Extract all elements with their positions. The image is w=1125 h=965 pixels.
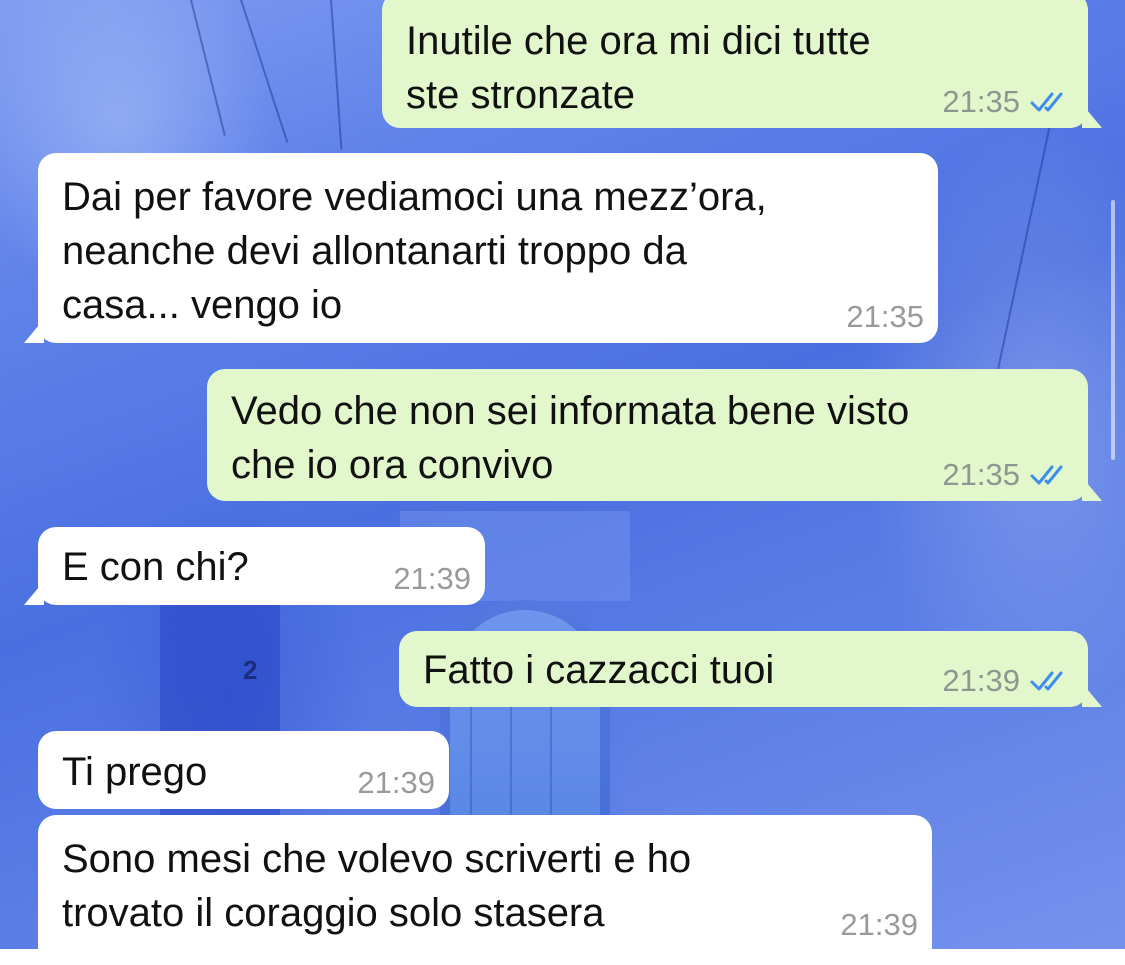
scroll-indicator[interactable]	[1111, 200, 1115, 460]
message-bubble-incoming[interactable]: E con chi? 21:39	[24, 527, 485, 605]
message-time: 21:35	[942, 84, 1020, 119]
message-text: Vedo che non sei informata bene visto ch…	[231, 389, 910, 487]
message-time: 21:39	[393, 561, 471, 596]
message-bubble-outgoing[interactable]: Inutile che ora mi dici tutte ste stronz…	[382, 0, 1102, 128]
message-time: 21:35	[942, 457, 1020, 492]
message-meta: 21:39	[942, 663, 1074, 699]
message-bubble-outgoing[interactable]: Vedo che non sei informata bene visto ch…	[207, 369, 1102, 501]
message-meta: 21:35	[846, 299, 924, 335]
message-meta: 21:35	[942, 84, 1074, 120]
message-meta: 21:35	[942, 457, 1074, 493]
double-check-icon	[1030, 671, 1063, 691]
message-text: Inutile che ora mi dici tutte ste stronz…	[406, 19, 871, 117]
wallpaper-crack	[330, 0, 343, 150]
message-time: 21:39	[357, 765, 435, 800]
wallpaper-house-number: 2	[243, 655, 258, 685]
double-check-icon	[1030, 92, 1063, 112]
message-time: 21:39	[942, 663, 1020, 698]
message-bubble-outgoing[interactable]: Fatto i cazzacci tuoi 21:39	[399, 631, 1102, 707]
message-bubble-incoming[interactable]: Sono mesi che volevo scriverti e ho trov…	[38, 815, 932, 965]
message-meta: 21:39	[840, 907, 918, 943]
message-bubble-incoming[interactable]: Dai per favore vediamoci una mezz’ora, n…	[24, 153, 938, 343]
message-text: E con chi?	[62, 545, 249, 589]
wallpaper-crack	[240, 0, 289, 143]
message-meta: 21:39	[357, 765, 435, 801]
wallpaper-crack	[190, 0, 226, 136]
message-text: Ti prego	[62, 750, 208, 794]
message-time: 21:35	[846, 299, 924, 334]
message-meta: 21:39	[393, 561, 471, 597]
message-text: Fatto i cazzacci tuoi	[423, 648, 775, 692]
wallpaper-crack	[995, 120, 1052, 375]
message-text: Dai per favore vediamoci una mezz’ora, n…	[62, 175, 767, 327]
message-text: Sono mesi che volevo scriverti e ho trov…	[62, 837, 692, 935]
message-bubble-incoming[interactable]: Ti prego 21:39	[38, 731, 449, 809]
message-time: 21:39	[840, 907, 918, 942]
double-check-icon	[1030, 465, 1063, 485]
